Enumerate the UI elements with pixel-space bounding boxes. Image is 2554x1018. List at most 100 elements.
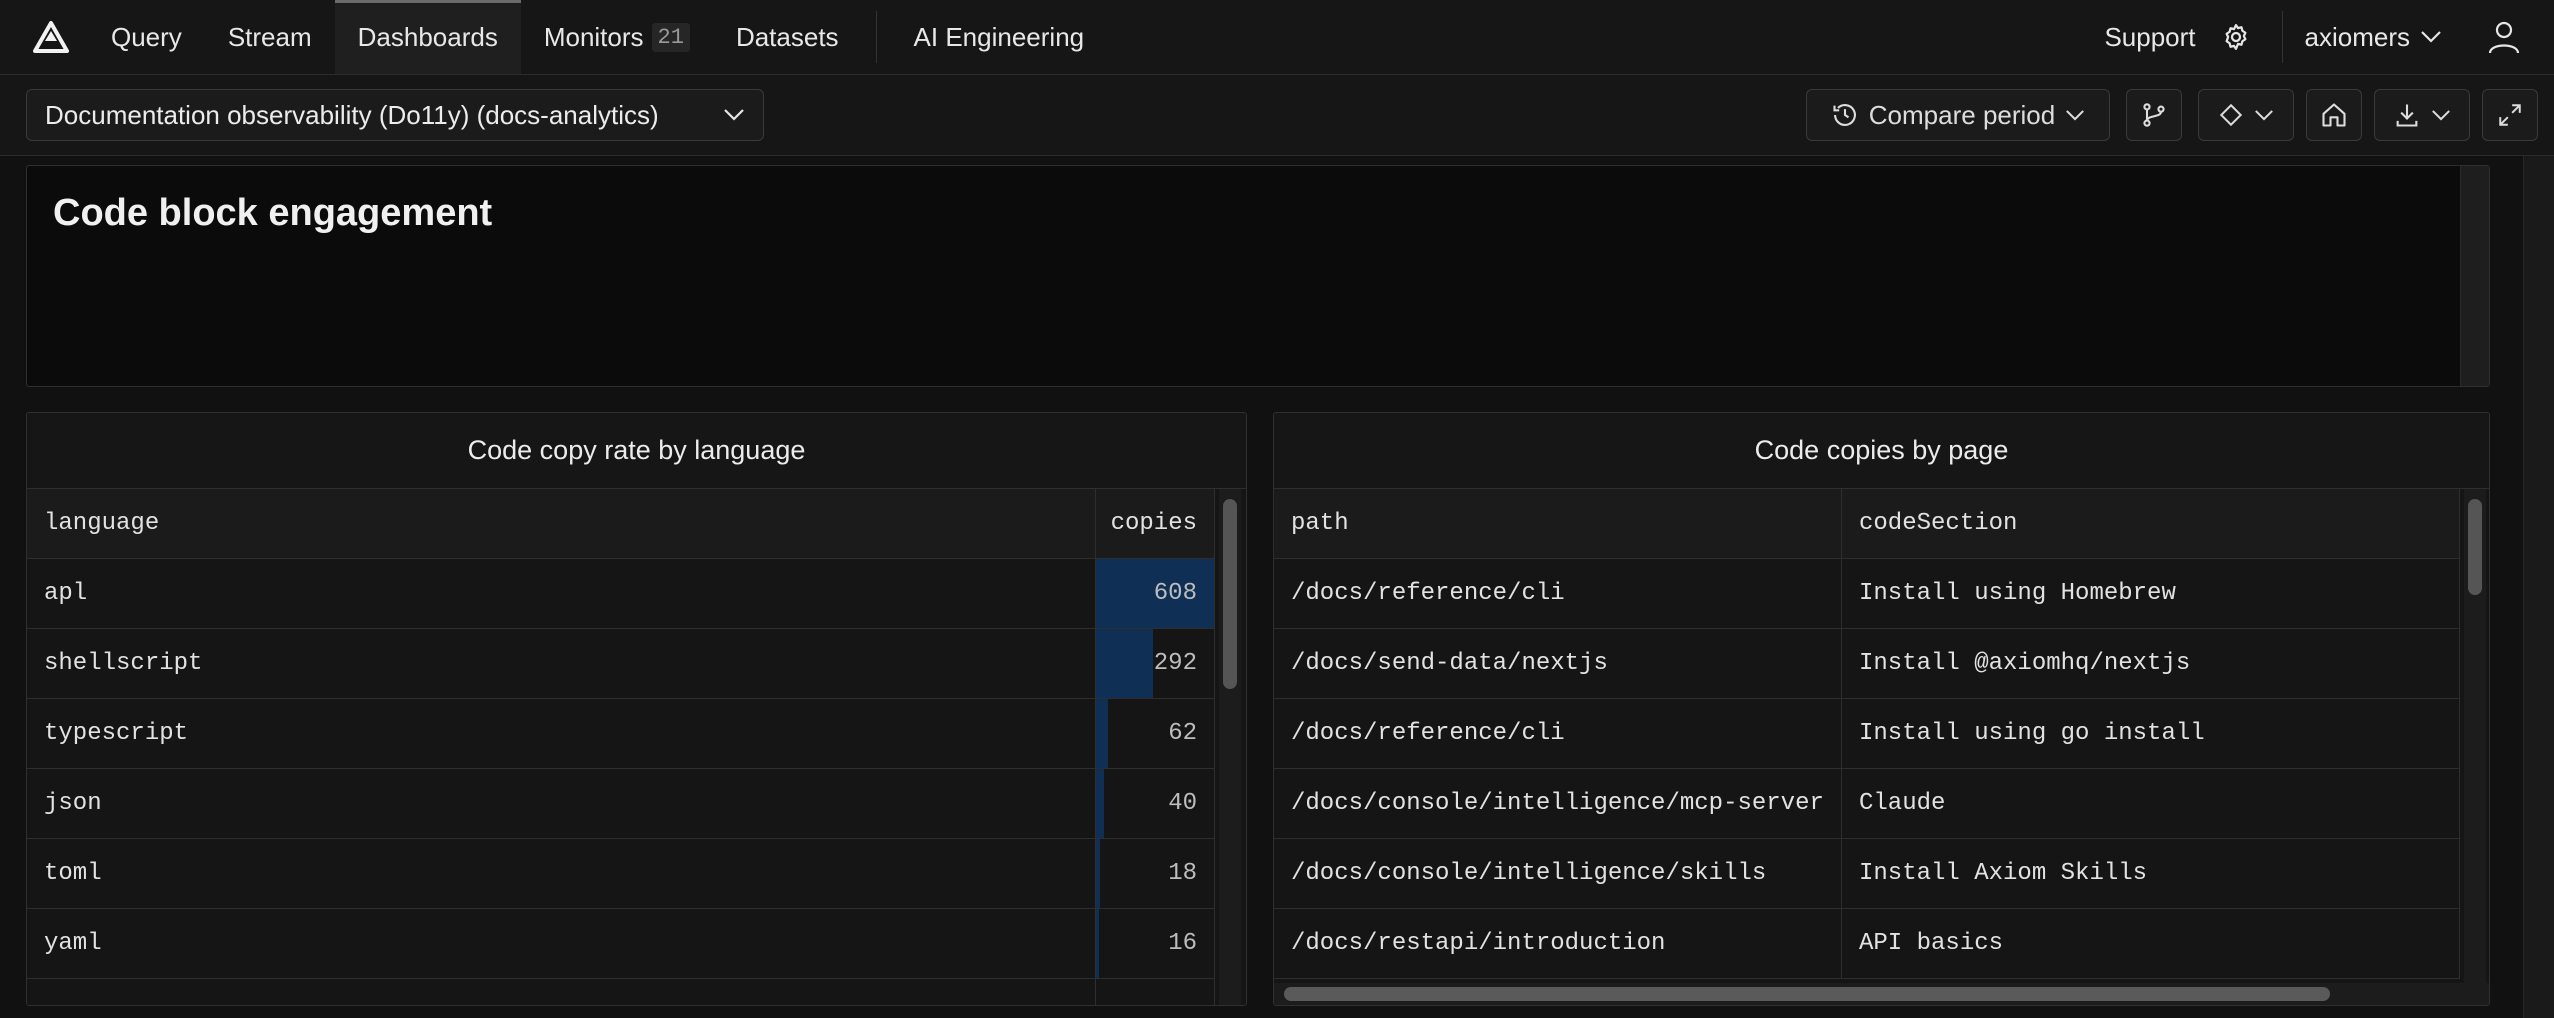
nav-query[interactable]: Query bbox=[88, 0, 205, 74]
copies-cell: 18 bbox=[1096, 839, 1215, 908]
language-cell: yaml bbox=[27, 909, 1096, 978]
path-cell: /docs/console/intelligence/skills bbox=[1274, 839, 1842, 908]
history-icon bbox=[1833, 104, 1856, 126]
horizontal-scrollbar[interactable] bbox=[1274, 983, 2489, 1005]
table-row[interactable]: /docs/reference/cli Install using Homebre… bbox=[1274, 559, 2460, 629]
table-row[interactable]: typescript 62 bbox=[27, 699, 1215, 769]
page-scrollbar[interactable] bbox=[2523, 156, 2554, 1018]
copies-cell: 608 bbox=[1096, 559, 1215, 628]
copies-bar bbox=[1096, 699, 1109, 768]
nav-stream-label: Stream bbox=[227, 21, 312, 52]
user-icon[interactable] bbox=[2482, 15, 2526, 59]
code-section-cell: Install using Homebrew bbox=[1842, 559, 2460, 628]
copies-bar bbox=[1096, 909, 1100, 978]
path-cell: /docs/console/intelligence/mcp-server bbox=[1274, 769, 1842, 838]
nav-datasets-label: Datasets bbox=[735, 21, 839, 52]
expand-icon bbox=[2499, 104, 2521, 126]
home-icon bbox=[2322, 103, 2346, 127]
language-cell: shellscript bbox=[27, 629, 1096, 698]
top-navigation: Query Stream Dashboards Monitors 21 Datas… bbox=[0, 0, 2554, 75]
table-row[interactable]: shellscript 292 bbox=[27, 629, 1215, 699]
nav-stream[interactable]: Stream bbox=[205, 0, 335, 74]
copies-bar bbox=[1096, 629, 1154, 698]
copies-bar bbox=[1096, 839, 1100, 908]
code-copy-rate-panel: Code copy rate by language language copi… bbox=[26, 412, 1247, 1006]
org-name: axiomers bbox=[2304, 21, 2410, 52]
code-section-cell: Claude bbox=[1842, 769, 2460, 838]
copies-value: 18 bbox=[1168, 860, 1197, 887]
panel-title: Code copy rate by language bbox=[27, 413, 1246, 489]
text-panel-title: Code block engagement bbox=[53, 192, 493, 234]
column-header-language[interactable]: language bbox=[27, 489, 1096, 558]
download-icon bbox=[2396, 104, 2418, 127]
chevron-down-icon bbox=[2255, 109, 2273, 121]
gear-icon[interactable] bbox=[2216, 17, 2256, 57]
text-panel-scrollbar[interactable] bbox=[2460, 166, 2489, 386]
text-panel: Code block engagement bbox=[26, 165, 2490, 387]
nav-ai-engineering-label: AI Engineering bbox=[913, 21, 1085, 52]
chevron-down-icon bbox=[2432, 109, 2450, 121]
panel-title: Code copies by page bbox=[1274, 413, 2489, 489]
table-row[interactable]: json 40 bbox=[27, 769, 1215, 839]
copies-value: 16 bbox=[1168, 930, 1197, 957]
copies-value: 608 bbox=[1153, 580, 1197, 607]
code-section-cell: API basics bbox=[1842, 909, 2460, 978]
nav-dashboards[interactable]: Dashboards bbox=[334, 0, 522, 74]
language-cell: typescript bbox=[27, 699, 1096, 768]
fork-dashboard-button[interactable] bbox=[2126, 89, 2182, 141]
table-row[interactable]: /docs/console/intelligence/skills Install… bbox=[1274, 839, 2460, 909]
nav-datasets[interactable]: Datasets bbox=[713, 0, 862, 74]
table-row[interactable]: toml 18 bbox=[27, 839, 1215, 909]
table-header-row: path codeSection bbox=[1274, 489, 2460, 559]
vertical-scrollbar[interactable] bbox=[1219, 489, 1241, 1005]
path-cell: /docs/restapi/introduction bbox=[1274, 909, 1842, 978]
scrollbar-thumb[interactable] bbox=[1284, 987, 2330, 1001]
vertical-scrollbar[interactable] bbox=[2464, 489, 2486, 983]
set-home-button[interactable] bbox=[2306, 89, 2362, 141]
code-section-cell: Install using go install bbox=[1842, 699, 2460, 768]
scrollbar-thumb[interactable] bbox=[2468, 499, 2482, 595]
table-row[interactable]: /docs/send-data/nextjs Install @axiomhq/n… bbox=[1274, 629, 2460, 699]
main-nav: Query Stream Dashboards Monitors 21 Datas… bbox=[88, 0, 1107, 74]
copies-value: 40 bbox=[1168, 790, 1197, 817]
copies-bar bbox=[1096, 769, 1104, 838]
fullscreen-button[interactable] bbox=[2482, 89, 2538, 141]
language-cell: json bbox=[27, 769, 1096, 838]
chevron-down-icon bbox=[2066, 109, 2085, 121]
column-header-path[interactable]: path bbox=[1274, 489, 1842, 558]
nav-divider bbox=[875, 11, 877, 63]
table-row[interactable]: apl 608 bbox=[27, 559, 1215, 629]
table-header-row: language copies bbox=[27, 489, 1215, 559]
table-row[interactable]: /docs/console/intelligence/mcp-server Cla… bbox=[1274, 769, 2460, 839]
table-row[interactable] bbox=[27, 979, 1215, 1005]
nav-query-label: Query bbox=[111, 21, 182, 52]
nav-monitors[interactable]: Monitors 21 bbox=[521, 0, 713, 74]
download-button[interactable] bbox=[2374, 89, 2470, 141]
path-cell: /docs/reference/cli bbox=[1274, 559, 1842, 628]
path-cell: /docs/send-data/nextjs bbox=[1274, 629, 1842, 698]
axiom-logo-icon[interactable] bbox=[26, 12, 76, 62]
language-cell bbox=[27, 979, 1096, 1005]
annotations-button[interactable] bbox=[2198, 89, 2294, 141]
org-switcher[interactable]: axiomers bbox=[2305, 22, 2442, 53]
scrollbar-thumb[interactable] bbox=[1223, 499, 1237, 689]
table-row[interactable]: /docs/reference/cli Install using go inst… bbox=[1274, 699, 2460, 769]
nav-ai-engineering[interactable]: AI Engineering bbox=[891, 0, 1108, 74]
git-branch-icon bbox=[2143, 103, 2165, 127]
code-copies-by-page-panel: Code copies by page path codeSection /do… bbox=[1273, 412, 2490, 1006]
language-cell: toml bbox=[27, 839, 1096, 908]
column-header-codesection[interactable]: codeSection bbox=[1842, 489, 2460, 558]
copies-cell bbox=[1096, 979, 1215, 1005]
table-row[interactable]: /docs/restapi/introduction API basics bbox=[1274, 909, 2460, 979]
dashboard-selector[interactable]: Documentation observability (Do11y) (doc… bbox=[26, 89, 764, 141]
copies-value: 62 bbox=[1168, 720, 1197, 747]
nav-dashboards-label: Dashboards bbox=[357, 21, 498, 52]
nav-right-divider bbox=[2281, 11, 2283, 63]
chevron-down-icon bbox=[2421, 31, 2441, 43]
copies-cell: 40 bbox=[1096, 769, 1215, 838]
copies-value: 292 bbox=[1153, 650, 1197, 677]
compare-period-button[interactable]: Compare period bbox=[1806, 89, 2110, 141]
support-link[interactable]: Support bbox=[2084, 22, 2215, 53]
column-header-copies[interactable]: copies bbox=[1096, 489, 1215, 558]
table-row[interactable]: yaml 16 bbox=[27, 909, 1215, 979]
